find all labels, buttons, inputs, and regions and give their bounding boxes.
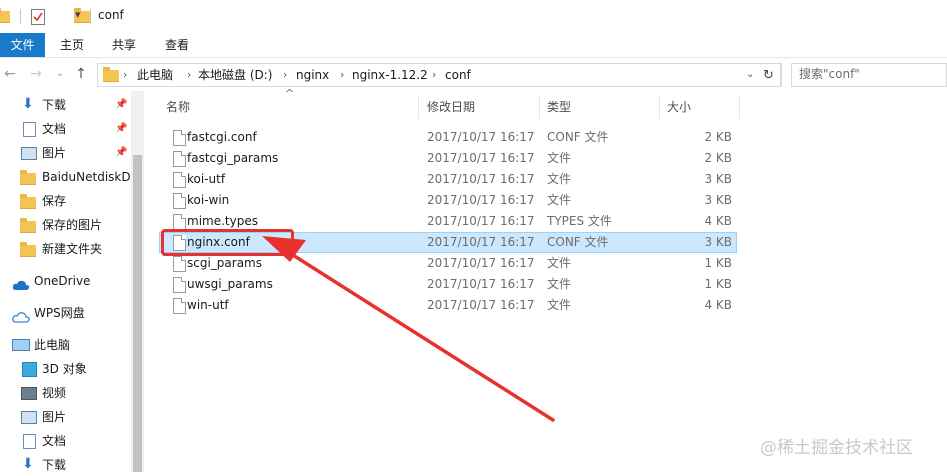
watermark: @稀土掘金技术社区	[760, 438, 913, 458]
annotation-arrow	[262, 236, 555, 422]
